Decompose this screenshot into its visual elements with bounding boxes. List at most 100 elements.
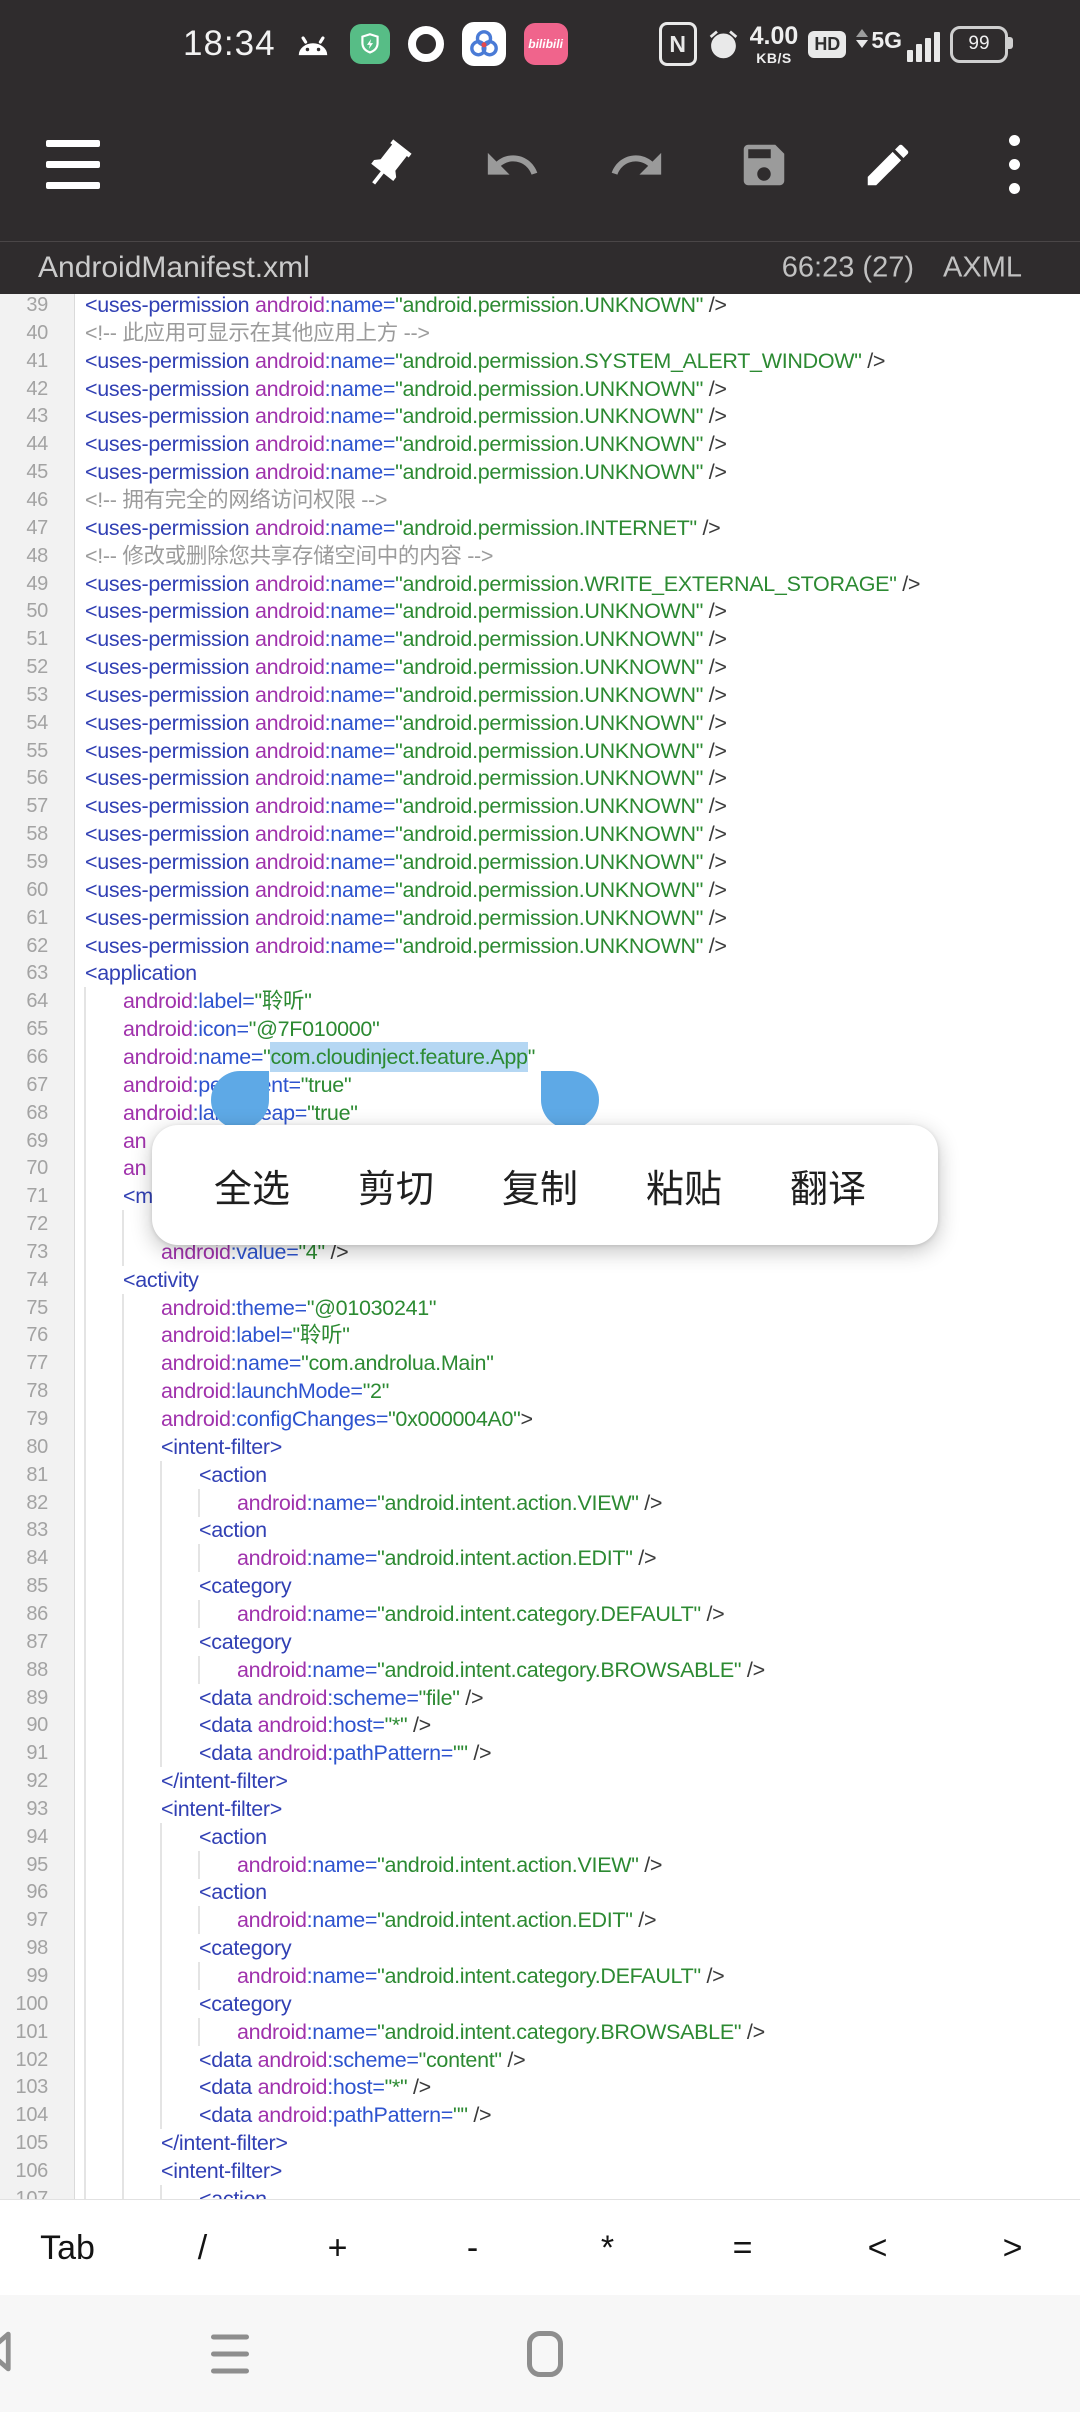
network-speed: 4.00 KB/S: [750, 24, 799, 65]
code-line: 44<uses-permission android:name="android…: [0, 430, 1080, 458]
line-number: 93: [0, 1795, 48, 1823]
code-text: <uses-permission android:name="android.p…: [85, 764, 727, 792]
symbol-key[interactable]: -: [405, 2200, 540, 2296]
status-left: 18:34: [183, 22, 568, 66]
context-menu-item[interactable]: 复制: [502, 1158, 578, 1213]
indent-guide: [122, 1349, 124, 1377]
code-line: 86android:name="android.intent.category.…: [0, 1600, 1080, 1628]
back-triangle-icon: [0, 2327, 22, 2375]
line-number: 59: [0, 848, 48, 876]
symbol-key-bar: Tab/+-*=<>: [0, 2199, 1080, 2296]
symbol-key[interactable]: +: [270, 2200, 405, 2296]
code-text: an: [123, 1154, 146, 1182]
code-text: <action: [199, 1516, 267, 1544]
pin-button[interactable]: [358, 88, 418, 241]
line-number: 83: [0, 1516, 48, 1544]
code-text: <!-- 拥有完全的网络访问权限 -->: [85, 486, 387, 514]
code-line: 90<data android:host="*" />: [0, 1711, 1080, 1739]
undo-button[interactable]: [482, 88, 542, 241]
back-button[interactable]: [0, 2327, 22, 2380]
edit-button[interactable]: [858, 88, 918, 241]
symbol-key[interactable]: *: [540, 2200, 675, 2296]
code-text: <action: [199, 1878, 267, 1906]
indent-guide: [122, 1210, 124, 1238]
network-type-label: 5G: [871, 27, 902, 54]
indent-guide: [160, 1823, 162, 1851]
hamburger-icon: [46, 140, 100, 189]
line-number: 52: [0, 653, 48, 681]
code-line: 43<uses-permission android:name="android…: [0, 402, 1080, 430]
indent-guide: [122, 1461, 124, 1489]
code-text: <uses-permission android:name="android.p…: [85, 820, 727, 848]
indent-guide: [122, 1851, 124, 1879]
code-text: android:name="com.cloudinject.feature.Ap…: [123, 1043, 535, 1071]
clock-text: 18:34: [183, 24, 276, 64]
code-line: 53<uses-permission android:name="android…: [0, 681, 1080, 709]
symbol-key[interactable]: >: [945, 2200, 1080, 2296]
selection-handle-right[interactable]: [541, 1071, 599, 1129]
menu-button[interactable]: [46, 88, 100, 241]
symbol-key[interactable]: Tab: [0, 2200, 135, 2296]
code-line: 83 <action: [0, 1516, 1080, 1544]
code-text: <uses-permission android:name="android.p…: [85, 347, 885, 375]
indent-guide: [122, 1544, 124, 1572]
code-line: 67android:persistent="true": [0, 1071, 1080, 1099]
code-text: android:name="android.intent.action.EDIT…: [237, 1906, 656, 1934]
indent-guide: [122, 2073, 124, 2101]
indent-guide: [84, 1934, 86, 1962]
line-number: 43: [0, 402, 48, 430]
indent-guide: [84, 1544, 86, 1572]
selected-text[interactable]: com.cloudinject.feature.App: [270, 1042, 527, 1072]
indent-guide: [84, 1572, 86, 1600]
redo-button[interactable]: [607, 88, 667, 241]
context-menu-item[interactable]: 粘贴: [646, 1158, 722, 1213]
line-number: 60: [0, 876, 48, 904]
line-number: 95: [0, 1851, 48, 1879]
recents-button[interactable]: [211, 2334, 249, 2373]
line-number: 105: [0, 2129, 48, 2157]
code-line: 89<data android:scheme="file" />: [0, 1684, 1080, 1712]
indent-guide: [122, 1572, 124, 1600]
line-number: 64: [0, 987, 48, 1015]
context-menu-item[interactable]: 剪切: [358, 1158, 434, 1213]
code-line: 107<action: [0, 2185, 1080, 2199]
code-text: <uses-permission android:name="android.p…: [85, 458, 727, 486]
code-line: 93<intent-filter>: [0, 1795, 1080, 1823]
symbol-key[interactable]: =: [675, 2200, 810, 2296]
line-number: 74: [0, 1266, 48, 1294]
indent-guide: [84, 1043, 86, 1071]
selection-handle-left[interactable]: [211, 1071, 269, 1129]
code-text: android:name="android.intent.action.EDIT…: [237, 1544, 656, 1572]
code-editor[interactable]: 39<uses-permission android:name="android…: [0, 294, 1080, 2199]
code-line: 79android:configChanges="0x000004A0">: [0, 1405, 1080, 1433]
code-line: 51<uses-permission android:name="android…: [0, 625, 1080, 653]
indent-guide: [122, 1489, 124, 1517]
code-text: <uses-permission android:name="android.p…: [85, 597, 727, 625]
data-activity-icon: [856, 29, 868, 48]
line-number: 85: [0, 1572, 48, 1600]
code-line: 74<activity: [0, 1266, 1080, 1294]
context-menu-item[interactable]: 全选: [214, 1158, 290, 1213]
line-number: 86: [0, 1600, 48, 1628]
symbol-key[interactable]: <: [810, 2200, 945, 2296]
home-button[interactable]: [527, 2331, 563, 2377]
code-text: <uses-permission android:name="android.p…: [85, 625, 727, 653]
code-text: <data android:scheme="file" />: [199, 1684, 483, 1712]
line-number: 100: [0, 1990, 48, 2018]
line-number: 62: [0, 932, 48, 960]
symbol-key[interactable]: /: [135, 2200, 270, 2296]
indent-guide: [198, 1962, 200, 1990]
context-menu-item[interactable]: 翻译: [790, 1158, 866, 1213]
line-number: 68: [0, 1099, 48, 1127]
alarm-icon: [707, 28, 740, 61]
indent-guide: [198, 1656, 200, 1684]
indent-guide: [160, 1878, 162, 1906]
format-badge[interactable]: AXML: [943, 252, 1022, 285]
indent-guide: [122, 1711, 124, 1739]
indent-guide: [84, 1600, 86, 1628]
code-line: 91<data android:pathPattern="" />: [0, 1739, 1080, 1767]
save-button[interactable]: [734, 88, 794, 241]
line-number: 92: [0, 1767, 48, 1795]
overflow-menu-button[interactable]: [986, 88, 1042, 241]
indent-guide: [160, 1990, 162, 2018]
